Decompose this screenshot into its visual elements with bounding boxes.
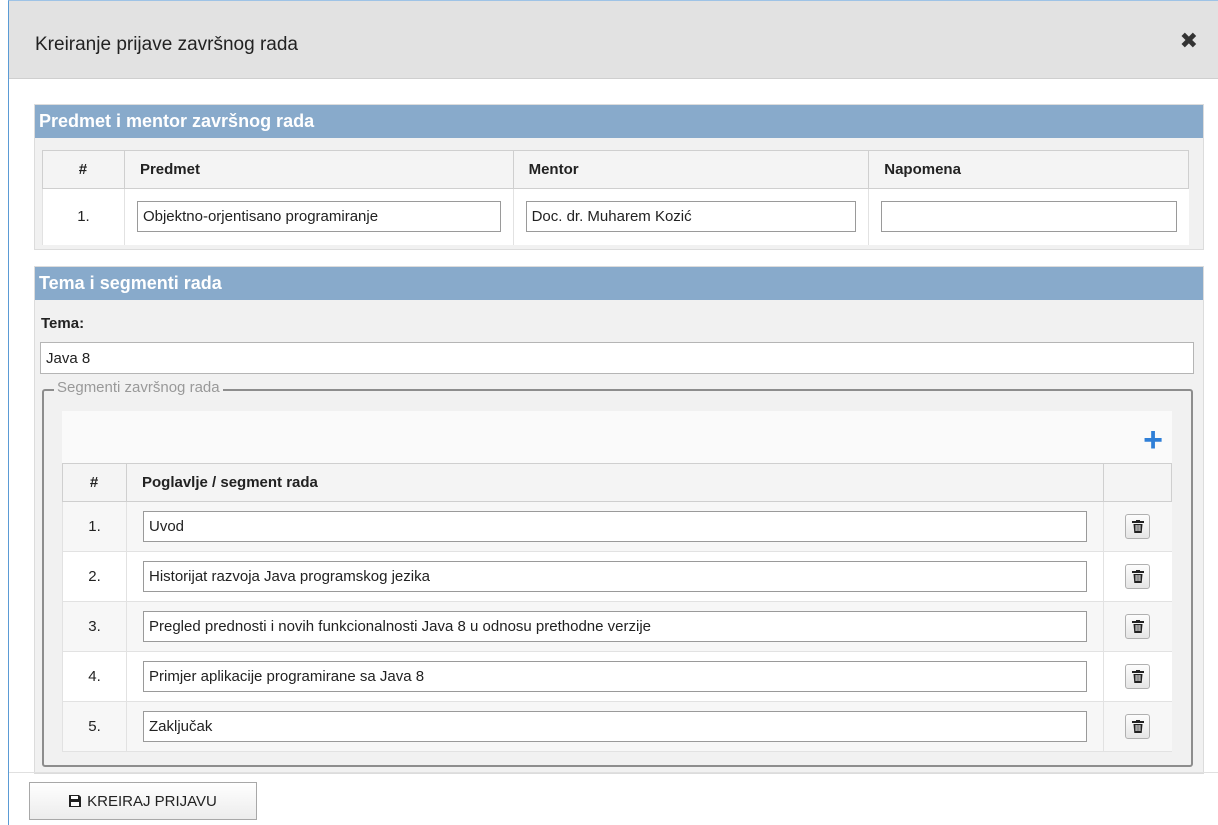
segment-cell bbox=[126, 601, 1104, 652]
create-application-button[interactable]: KREIRAJ PRIJAVU bbox=[29, 782, 257, 820]
predmet-cell bbox=[123, 188, 514, 245]
column-header-actions bbox=[1103, 463, 1172, 502]
segment-cell bbox=[126, 501, 1104, 552]
actions-cell bbox=[1103, 501, 1172, 552]
subject-mentor-table: # Predmet Mentor Napomena 1. bbox=[42, 150, 1189, 245]
row-number: 5. bbox=[62, 701, 127, 752]
table-row: 1. bbox=[42, 188, 1189, 245]
segment-field[interactable] bbox=[143, 561, 1087, 592]
tema-field[interactable] bbox=[40, 342, 1194, 374]
trash-icon bbox=[1132, 670, 1145, 683]
column-header-napomena: Napomena bbox=[868, 150, 1189, 189]
napomena-cell bbox=[868, 188, 1189, 245]
table-row: 5. bbox=[62, 701, 1172, 752]
column-header-number: # bbox=[62, 463, 127, 502]
actions-cell bbox=[1103, 651, 1172, 702]
row-number: 4. bbox=[62, 651, 127, 702]
tema-label: Tema: bbox=[41, 315, 85, 332]
segments-table: # Poglavlje / segment rada 1. 2. bbox=[62, 463, 1172, 752]
column-header-number: # bbox=[42, 150, 125, 189]
actions-cell bbox=[1103, 701, 1172, 752]
table-row: 2. bbox=[62, 551, 1172, 602]
segment-cell bbox=[126, 651, 1104, 702]
segment-cell bbox=[126, 701, 1104, 752]
segments-fieldset: Segmenti završnog rada + # Poglavlje / s… bbox=[42, 379, 1193, 767]
modal-dialog: Kreiranje prijave završnog rada ✖ Predme… bbox=[8, 0, 1218, 825]
table-header-row: # Predmet Mentor Napomena bbox=[42, 150, 1189, 189]
topic-segments-panel: Tema i segmenti rada Tema: Segmenti zavr… bbox=[34, 266, 1204, 774]
column-header-segment: Poglavlje / segment rada bbox=[126, 463, 1104, 502]
modal-header: Kreiranje prijave završnog rada ✖ bbox=[9, 1, 1218, 96]
delete-segment-button[interactable] bbox=[1125, 614, 1151, 639]
delete-segment-button[interactable] bbox=[1125, 714, 1151, 739]
row-number: 1. bbox=[42, 188, 125, 245]
plus-icon: + bbox=[1143, 421, 1163, 459]
segment-cell bbox=[126, 551, 1104, 602]
table-row: 3. bbox=[62, 601, 1172, 652]
trash-icon bbox=[1132, 620, 1145, 633]
segment-field[interactable] bbox=[143, 511, 1087, 542]
predmet-field[interactable] bbox=[136, 201, 501, 233]
add-segment-button[interactable]: + bbox=[1143, 423, 1163, 457]
segments-legend: Segmenti završnog rada bbox=[54, 379, 223, 396]
napomena-field[interactable] bbox=[881, 201, 1177, 233]
mentor-field[interactable] bbox=[525, 201, 857, 233]
column-header-mentor: Mentor bbox=[512, 150, 870, 189]
actions-cell bbox=[1103, 551, 1172, 602]
table-row: 1. bbox=[62, 501, 1172, 552]
actions-cell bbox=[1103, 601, 1172, 652]
segment-field[interactable] bbox=[143, 661, 1087, 692]
mentor-cell bbox=[512, 188, 869, 245]
delete-segment-button[interactable] bbox=[1125, 514, 1151, 539]
footer-divider bbox=[9, 772, 1218, 773]
row-number: 2. bbox=[62, 551, 127, 602]
panel-title: Tema i segmenti rada bbox=[35, 267, 1203, 300]
modal-title: Kreiranje prijave završnog rada bbox=[35, 34, 298, 55]
trash-icon bbox=[1132, 570, 1145, 583]
column-header-predmet: Predmet bbox=[123, 150, 514, 189]
trash-icon bbox=[1132, 720, 1145, 733]
segment-field[interactable] bbox=[143, 611, 1087, 642]
segments-area: + # Poglavlje / segment rada 1. 2. bbox=[62, 411, 1172, 752]
row-number: 1. bbox=[62, 501, 127, 552]
delete-segment-button[interactable] bbox=[1125, 664, 1151, 689]
save-icon bbox=[69, 795, 82, 807]
table-header-row: # Poglavlje / segment rada bbox=[62, 463, 1172, 502]
segment-field[interactable] bbox=[143, 711, 1087, 742]
row-number: 3. bbox=[62, 601, 127, 652]
delete-segment-button[interactable] bbox=[1125, 564, 1151, 589]
close-icon[interactable]: ✖ bbox=[1180, 28, 1198, 54]
subject-mentor-panel: Predmet i mentor završnog rada # Predmet… bbox=[34, 104, 1204, 250]
create-application-label: KREIRAJ PRIJAVU bbox=[87, 792, 217, 810]
panel-title: Predmet i mentor završnog rada bbox=[35, 105, 1203, 138]
trash-icon bbox=[1132, 520, 1145, 533]
table-row: 4. bbox=[62, 651, 1172, 702]
